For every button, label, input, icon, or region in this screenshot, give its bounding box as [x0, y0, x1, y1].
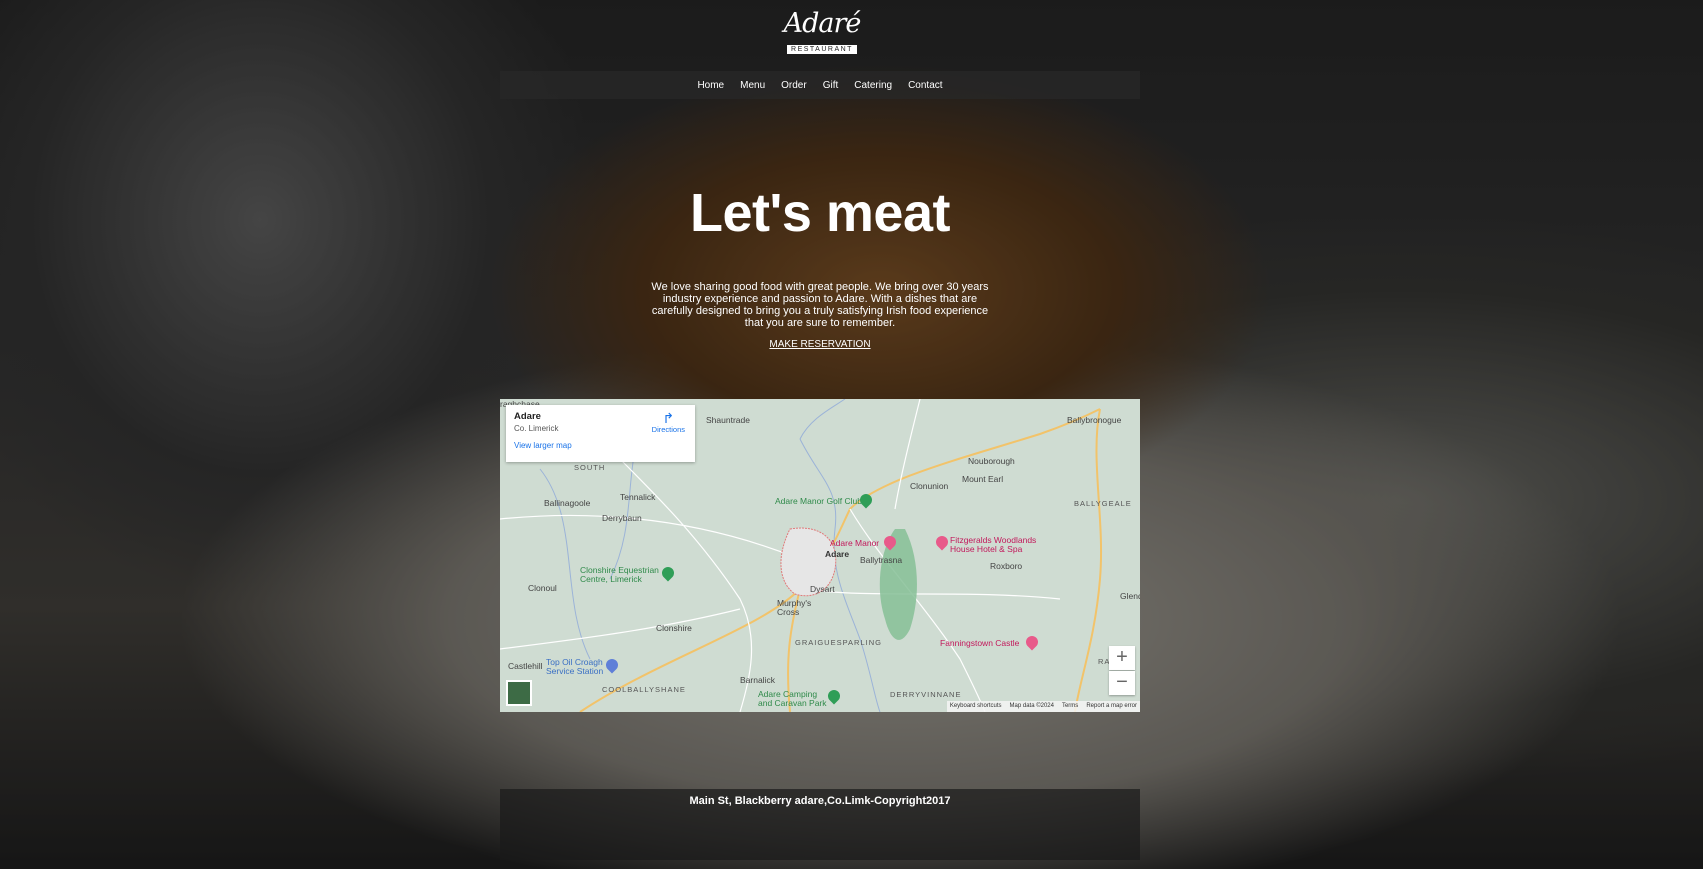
logo-script: Adaré [783, 8, 862, 39]
nav-menu[interactable]: Menu [732, 80, 773, 91]
directions-label: Directions [651, 425, 685, 434]
map-label-ballygeale: BALLYGEALE [1074, 499, 1132, 508]
directions-icon: ↱ [662, 410, 675, 426]
hero-description: We love sharing good food with great peo… [651, 281, 989, 329]
map-label-top-oil: Top Oil Croagh Service Station [546, 657, 604, 676]
restaurant-logo[interactable]: Adaré RESTAURANT [776, 8, 868, 54]
map-label-south: SOUTH [574, 463, 606, 472]
map-info-card: Adare Co. Limerick View larger map ↱ Dir… [506, 405, 695, 462]
map-label-derryvinnane: DERRYVINNANE [890, 690, 962, 699]
map-label-golf-club: Adare Manor Golf Club [775, 496, 862, 506]
make-reservation-link[interactable]: MAKE RESERVATION [720, 339, 920, 350]
nav-contact[interactable]: Contact [900, 80, 950, 91]
map-label-roxboro: Roxboro [990, 561, 1023, 571]
main-nav: Home Menu Order Gift Catering Contact [500, 71, 1140, 99]
map-label-murphys-cross: Murphy's Cross [777, 598, 812, 617]
map-label-adare: Adare [825, 549, 850, 559]
map-label-shauntrade: Shauntrade [706, 415, 750, 425]
map-label-graiguesparling: GRAIGUESPARLING [795, 638, 882, 647]
map-label-ballinagoole: Ballinagoole [544, 498, 591, 508]
nav-home[interactable]: Home [689, 80, 732, 91]
map-label-derrybaun: Derrybaun [602, 513, 642, 523]
view-larger-map-link[interactable]: View larger map [514, 441, 687, 450]
map-data-text: Map data ©2024 [1009, 703, 1054, 709]
map-label-ballybronogue: Ballybronogue [1067, 415, 1122, 425]
map-label-mount-earl: Mount Earl [962, 474, 1004, 484]
map-label-adare-manor: Adare Manor [830, 538, 880, 548]
nav-order[interactable]: Order [773, 80, 815, 91]
terms-link[interactable]: Terms [1062, 703, 1078, 710]
map-label-clonunion: Clonunion [910, 481, 949, 491]
zoom-in-button[interactable]: + [1109, 646, 1135, 670]
map-label-castlehill: Castlehill [508, 661, 543, 671]
keyboard-shortcuts-link[interactable]: Keyboard shortcuts [950, 703, 1002, 710]
map-label-nouborough: Nouborough [968, 456, 1015, 466]
map-label-barnalick: Barnalick [740, 675, 775, 685]
map-type-toggle[interactable] [506, 680, 532, 706]
directions-button[interactable]: ↱ Directions [652, 411, 685, 434]
hero-title: Let's meat [690, 183, 950, 243]
map-label-fitzgeralds: Fitzgeralds Woodlands House Hotel & Spa [950, 535, 1037, 554]
page-footer: Main St, Blackberry adare,Co.Limk-Copyri… [500, 789, 1140, 860]
map-label-ballytrasna: Ballytrasna [860, 555, 903, 565]
logo-subtitle: RESTAURANT [787, 45, 857, 54]
map-label-coolballyshane: COOLBALLYSHANE [602, 685, 686, 694]
nav-gift[interactable]: Gift [815, 80, 847, 91]
map-label-fanningstown: Fanningstown Castle [940, 638, 1020, 648]
map-label-glend: Glend [1120, 591, 1140, 601]
map-label-clonoul: Clonoul [528, 583, 557, 593]
map-label-caravan-park: Adare Camping and Caravan Park [758, 689, 827, 708]
map-label-clonshire: Clonshire [656, 623, 692, 633]
map-label-dysart: Dysart [810, 584, 835, 594]
map-label-clonshire-equestrian: Clonshire Equestrian Centre, Limerick [580, 565, 659, 584]
map-attribution: Keyboard shortcuts Map data ©2024 Terms … [946, 701, 1140, 712]
zoom-out-button[interactable]: − [1109, 671, 1135, 695]
embedded-map[interactable]: raghchase Shauntrade Ballybronogue Noubo… [500, 399, 1140, 712]
map-label-tennalick: Tennalick [620, 492, 656, 502]
report-error-link[interactable]: Report a map error [1086, 703, 1137, 710]
nav-catering[interactable]: Catering [846, 80, 900, 91]
footer-address: Main St, Blackberry adare,Co.Limk-Copyri… [689, 795, 951, 807]
